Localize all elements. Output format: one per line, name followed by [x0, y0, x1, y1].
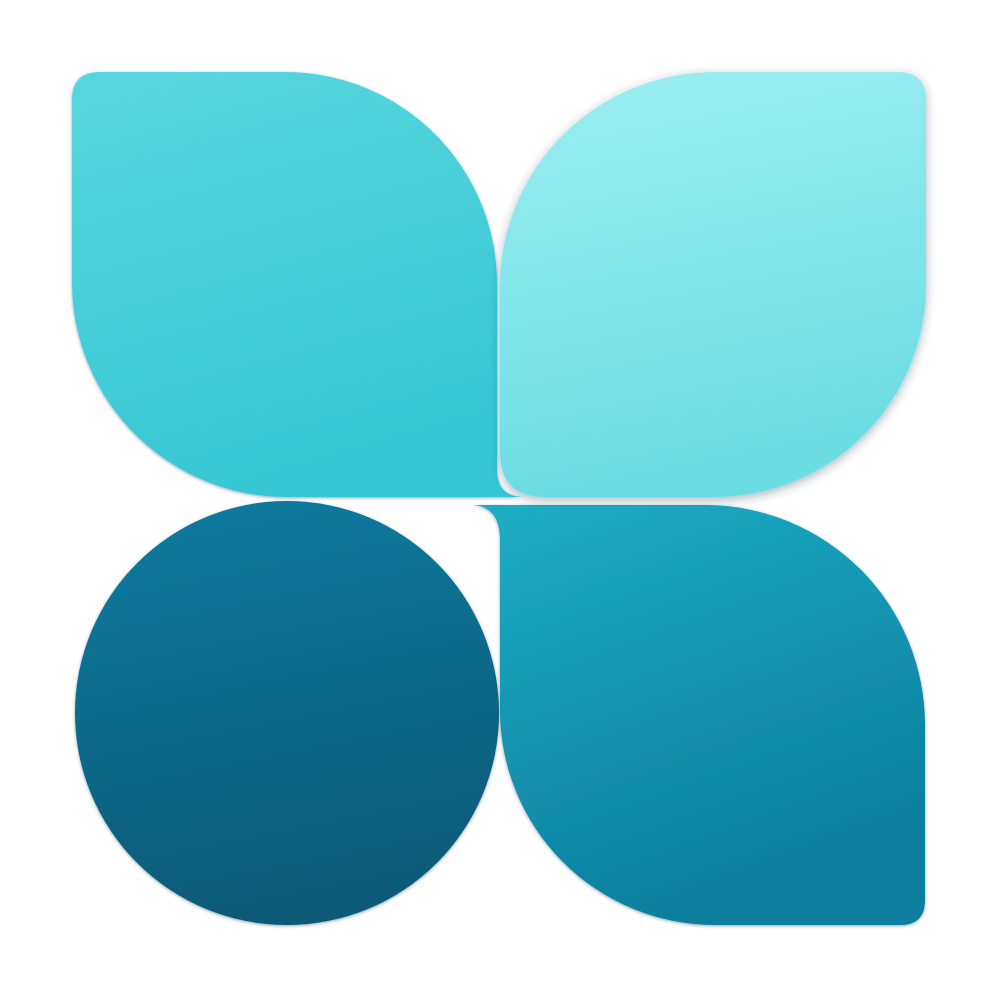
bottom-right-petal [470, 505, 925, 925]
top-right-petal [500, 72, 926, 497]
four-petal-logo-icon [72, 72, 926, 925]
bottom-left-circle-petal [75, 501, 499, 925]
top-left-petal [72, 72, 525, 497]
logo-canvas [0, 0, 1000, 1000]
